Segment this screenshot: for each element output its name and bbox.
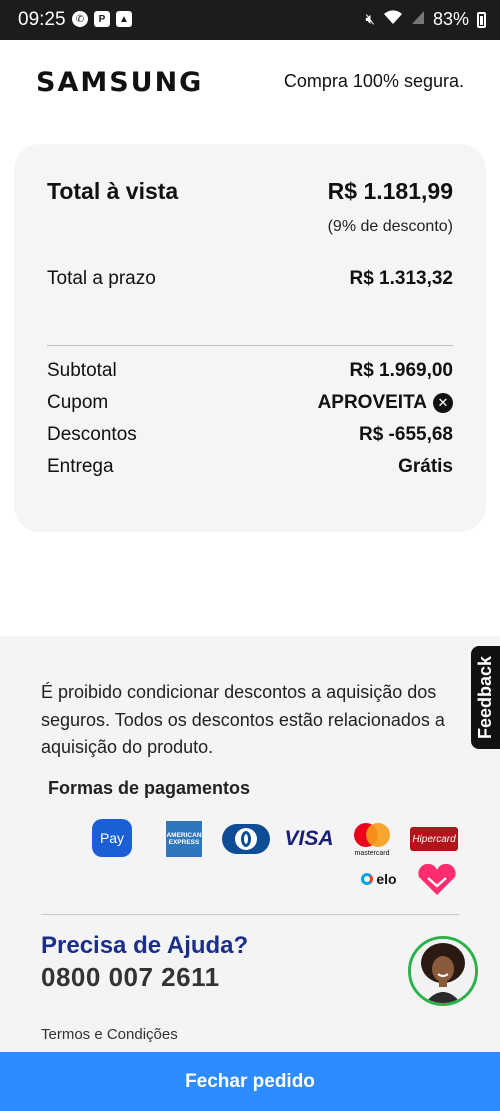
terms-link[interactable]: Termos e Condições: [41, 1026, 178, 1043]
discounts-label: Descontos: [47, 424, 137, 445]
gallery-icon: ▲: [116, 11, 132, 27]
hipercard-icon: Hipercard: [410, 827, 458, 851]
installment-total-label: Total a prazo: [47, 268, 156, 289]
diners-icon: [222, 824, 270, 854]
amex-label: AMERICAN EXPRESS: [166, 832, 202, 846]
payment-methods-title: Formas de pagamentos: [48, 778, 251, 798]
subtotal-label: Subtotal: [47, 360, 117, 381]
help-phone-link[interactable]: 0800 007 2611: [41, 962, 220, 993]
coupon-chip: APROVEITA ✕: [318, 392, 453, 414]
coupon-row: Cupom APROVEITA ✕: [47, 392, 453, 414]
discounts-row: Descontos R$ -655,68: [47, 424, 453, 446]
visa-label: VISA: [284, 827, 334, 850]
elo-label: elo: [376, 871, 397, 887]
elo-icon: elo: [356, 866, 402, 892]
heart-payment-icon: [416, 864, 458, 896]
samsung-pay-label: Pay: [99, 830, 125, 846]
order-summary-card: Total à vista R$ 1.181,99 (9% de descont…: [14, 144, 486, 532]
delivery-label: Entrega: [47, 456, 114, 477]
parking-icon: P: [94, 11, 110, 27]
cash-total-label: Total à vista: [47, 178, 179, 204]
coupon-label: Cupom: [47, 392, 109, 413]
status-time: 09:25: [18, 9, 66, 30]
amex-icon: AMERICAN EXPRESS: [166, 821, 202, 857]
samsung-pay-icon: Pay: [92, 819, 132, 857]
installment-total-row: Total a prazo R$ 1.313,32: [47, 268, 453, 290]
samsung-logo[interactable]: SAMSUNG: [36, 67, 203, 98]
subtotal-value: R$ 1.969,00: [349, 360, 453, 381]
status-bar: 09:25 ✆ P ▲ 🔇︎ 83%: [0, 0, 500, 40]
cash-total-row: Total à vista R$ 1.181,99: [47, 178, 453, 205]
assistant-avatar-icon: [411, 939, 475, 1003]
mastercard-label: mastercard: [354, 850, 390, 857]
hipercard-label: Hipercard: [412, 833, 456, 845]
signal-icon: [411, 9, 425, 30]
summary-divider: [47, 345, 453, 346]
visa-icon: VISA: [284, 824, 334, 854]
legal-disclaimer: É proibido condicionar descontos a aquis…: [41, 682, 445, 757]
mastercard-icon: mastercard: [350, 821, 394, 857]
page-header: SAMSUNG Compra 100% segura.: [0, 40, 500, 125]
feedback-tab[interactable]: Feedback: [471, 646, 500, 749]
discounts-value: R$ -655,68: [358, 424, 453, 445]
whatsapp-icon: ✆: [72, 11, 88, 27]
footer-divider: [41, 914, 459, 915]
system-icons: 🔇︎ 83%: [366, 9, 486, 30]
feedback-label: Feedback: [475, 655, 496, 740]
battery-icon: [477, 11, 486, 28]
installment-total-value: R$ 1.313,32: [349, 268, 453, 289]
discount-note-row: (9% de desconto): [47, 218, 453, 236]
chat-assistant-avatar[interactable]: [408, 936, 478, 1006]
delivery-value: Grátis: [398, 456, 453, 477]
cash-discount-note: (9% de desconto): [327, 218, 453, 235]
cash-total-value: R$ 1.181,99: [327, 178, 453, 204]
mute-icon: 🔇︎: [365, 11, 375, 28]
wifi-icon: [383, 9, 403, 30]
page-footer: É proibido condicionar descontos a aquis…: [0, 636, 500, 1111]
battery-level: 83%: [432, 9, 469, 29]
subtotal-row: Subtotal R$ 1.969,00: [47, 360, 453, 382]
close-order-button[interactable]: Fechar pedido: [0, 1052, 500, 1111]
secure-purchase-text: Compra 100% segura.: [283, 71, 464, 91]
notification-icons: ✆ P ▲: [72, 11, 132, 27]
coupon-code: APROVEITA: [317, 392, 427, 413]
help-title: Precisa de Ajuda?: [41, 932, 249, 959]
delivery-row: Entrega Grátis: [47, 456, 453, 478]
remove-coupon-icon[interactable]: ✕: [433, 393, 453, 413]
